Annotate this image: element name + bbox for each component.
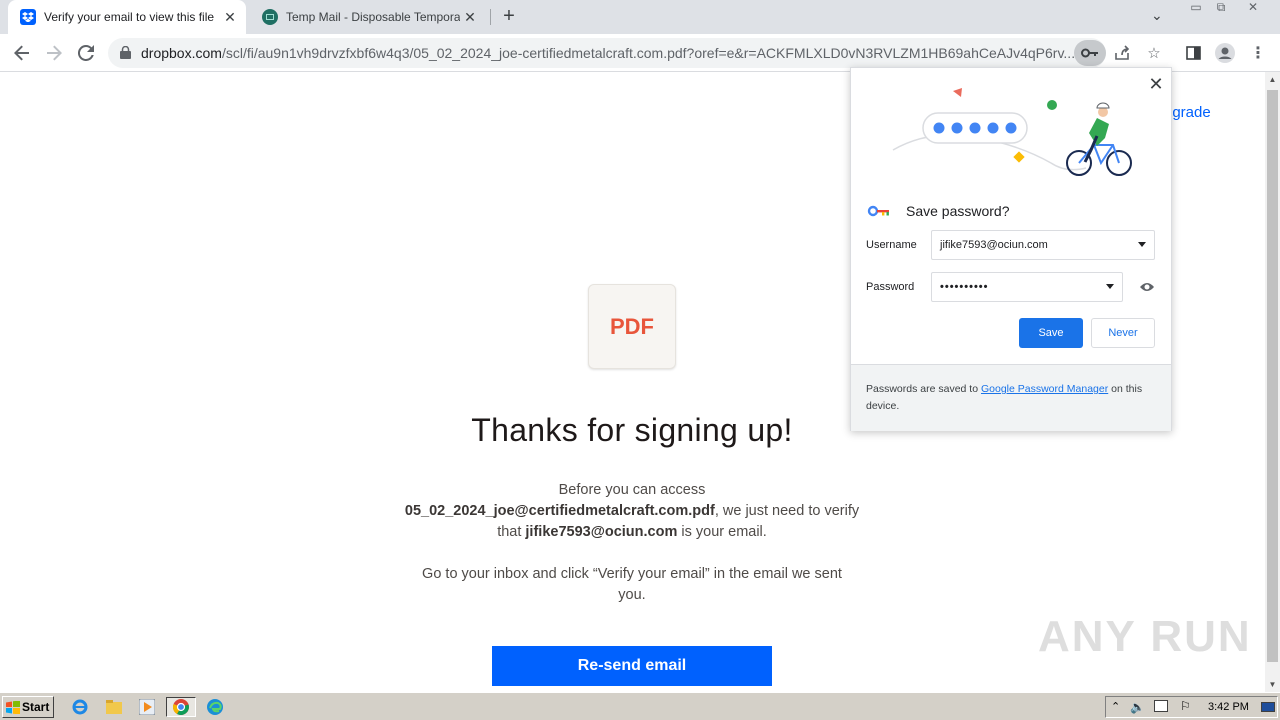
show-password-eye-icon[interactable]: [1139, 280, 1155, 294]
dialog-footer: Passwords are saved to Google Password M…: [851, 364, 1171, 431]
restore-button[interactable]: ⧉: [1208, 0, 1234, 18]
anyrun-watermark: ANY RUN: [1038, 612, 1252, 662]
username-label: Username: [866, 239, 917, 251]
bookmark-star-icon[interactable]: ☆: [1143, 42, 1165, 64]
internet-explorer-icon[interactable]: [69, 697, 91, 717]
profile-avatar-icon[interactable]: [1214, 42, 1236, 64]
minimize-button[interactable]: ▭: [1183, 0, 1209, 18]
message-prefix: Before you can access: [558, 482, 706, 498]
chevron-down-icon[interactable]: [1106, 284, 1114, 289]
windows-logo-icon: [6, 700, 20, 714]
tab-temp-mail[interactable]: Temp Mail - Disposable Temporary Em ✕: [250, 0, 486, 34]
resend-email-button[interactable]: Re-send email: [492, 646, 772, 686]
show-desktop-icon[interactable]: [1261, 702, 1275, 712]
url-host: dropbox.com: [141, 45, 222, 61]
tab-verify-email[interactable]: Verify your email to view this file ✕: [8, 0, 246, 34]
tab-separator: [490, 9, 491, 25]
scroll-thumb[interactable]: [1267, 90, 1278, 662]
dropbox-icon: [20, 9, 36, 25]
system-tray: ⌃ 🔈 ⚐ 3:42 PM: [1105, 696, 1278, 718]
side-panel-icon[interactable]: [1182, 42, 1204, 64]
media-player-icon[interactable]: [136, 697, 158, 717]
pdf-file-icon: PDF: [588, 284, 676, 369]
email-address: jifike7593@ociun.com: [525, 524, 678, 540]
google-key-icon: [867, 205, 889, 217]
chevron-down-icon[interactable]: [1138, 242, 1146, 247]
file-explorer-icon[interactable]: [103, 697, 125, 717]
watermark-text: ANY RUN: [1038, 612, 1252, 661]
reload-button[interactable]: [73, 40, 99, 66]
save-password-dialog: ✕ Save password? Username jifike7593@oci…: [850, 67, 1172, 431]
message-suffix: is your email.: [681, 524, 767, 540]
scroll-up-arrow-icon[interactable]: ▲: [1265, 72, 1280, 87]
edge-icon[interactable]: [204, 697, 226, 717]
cyclist-illustration: [892, 88, 1132, 176]
verify-message: Before you can access 05_02_2024_joe@cer…: [392, 480, 872, 543]
share-icon[interactable]: [1111, 42, 1133, 64]
new-tab-button[interactable]: +: [498, 5, 520, 27]
address-bar[interactable]: dropbox.com/scl/fi/au9n1vh9drvzfxbf6w4q3…: [108, 38, 1161, 68]
username-value: jifike7593@ociun.com: [940, 239, 1048, 251]
tab-strip: Verify your email to view this file ✕ Te…: [0, 0, 1280, 34]
forward-button[interactable]: [41, 40, 67, 66]
password-manager-link[interactable]: Google Password Manager: [981, 383, 1108, 395]
dialog-title: Save password?: [906, 203, 1010, 219]
chrome-icon[interactable]: [166, 697, 196, 717]
close-icon[interactable]: ✕: [1146, 74, 1166, 95]
tab-search-chevron-icon[interactable]: ⌄: [1151, 7, 1163, 24]
tab-title: Verify your email to view this file: [44, 10, 215, 24]
tab-close-icon[interactable]: ✕: [460, 9, 480, 26]
file-name: 05_02_2024_joe@certifiedmetalcraft.com.p…: [404, 503, 715, 519]
network-icon[interactable]: [1154, 700, 1168, 712]
password-key-icon[interactable]: [1074, 40, 1106, 66]
url-text[interactable]: dropbox.com/scl/fi/au9n1vh9drvzfxbf6w4q3…: [141, 45, 1076, 61]
vertical-scrollbar[interactable]: ▲ ▼: [1265, 72, 1280, 692]
close-window-button[interactable]: ✕: [1240, 0, 1266, 18]
volume-icon[interactable]: 🔈: [1130, 700, 1145, 714]
inbox-instruction: Go to your inbox and click “Verify your …: [422, 566, 842, 603]
pdf-badge: PDF: [610, 313, 654, 339]
taskbar: Start ⌃ 🔈 ⚐ 3:42 PM: [0, 692, 1280, 720]
page-heading: Thanks for signing up!: [471, 412, 793, 448]
never-button[interactable]: Never: [1091, 318, 1155, 348]
username-field[interactable]: jifike7593@ociun.com: [931, 230, 1155, 260]
password-label: Password: [866, 281, 915, 293]
scroll-down-arrow-icon[interactable]: ▼: [1265, 677, 1280, 692]
tempmail-icon: [262, 9, 278, 25]
lock-icon[interactable]: [120, 46, 131, 59]
footer-prefix: Passwords are saved to: [866, 383, 979, 395]
start-label: Start: [22, 700, 50, 714]
tab-title: Temp Mail - Disposable Temporary Em: [286, 10, 460, 24]
tab-close-icon[interactable]: ✕: [220, 9, 240, 26]
clock: 3:42 PM: [1208, 701, 1249, 713]
start-button[interactable]: Start: [2, 696, 54, 718]
password-value: ••••••••••: [940, 281, 989, 293]
back-button[interactable]: [9, 40, 35, 66]
password-field[interactable]: ••••••••••: [931, 272, 1123, 302]
flag-icon[interactable]: ⚐: [1180, 699, 1191, 713]
save-button[interactable]: Save: [1019, 318, 1083, 348]
url-path: /scl/fi/au9n1vh9drvzfxbf6w4q3/05_02_2024…: [221, 45, 1076, 61]
tray-expand-icon[interactable]: ⌃: [1111, 700, 1120, 713]
menu-kebab-icon[interactable]: ⋮: [1247, 42, 1269, 64]
